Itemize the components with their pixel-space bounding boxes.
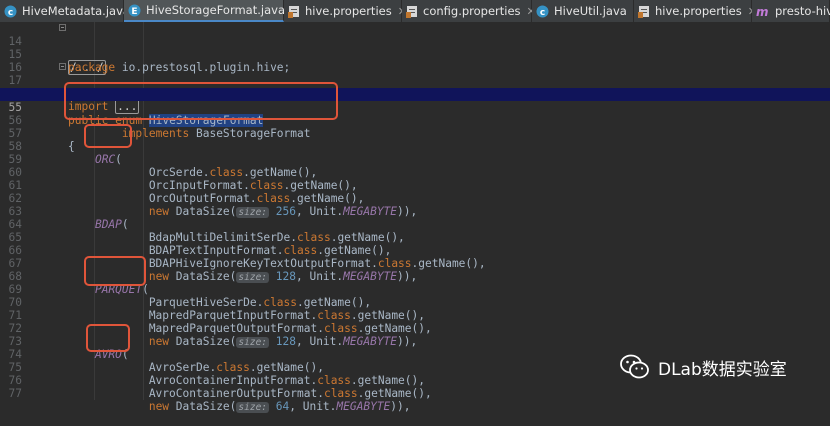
tab-hive-properties-2[interactable]: hive.properties ✕ bbox=[634, 0, 757, 22]
line-text: new DataSize(size: 64, Unit.MEGABYTE)), bbox=[148, 400, 411, 413]
tab-label: hive.properties bbox=[655, 4, 742, 18]
svg-text:m: m bbox=[756, 5, 769, 18]
wechat-icon bbox=[620, 354, 649, 379]
annotation-box-avro bbox=[86, 324, 130, 352]
svg-text:E: E bbox=[131, 7, 137, 17]
properties-file-icon bbox=[638, 4, 650, 18]
editor-tab-bar: c HiveMetadata.java ✕ E HiveStorageForma… bbox=[0, 0, 830, 23]
tab-config-properties[interactable]: config.properties ✕ bbox=[402, 0, 536, 22]
tab-label: presto-hiv bbox=[775, 4, 830, 18]
line-number: 77 bbox=[8, 387, 22, 400]
fold-toggle-icon[interactable] bbox=[59, 63, 66, 70]
properties-file-icon bbox=[406, 4, 418, 18]
code-line: 61 OrcOutputFormat.class.getName(), bbox=[0, 166, 830, 205]
tab-label: HiveStorageFormat.java bbox=[146, 3, 285, 17]
annotation-box-enum-declaration bbox=[64, 82, 338, 120]
fold-toggle-icon[interactable] bbox=[59, 24, 66, 31]
watermark-text: DLab数据实验室 bbox=[658, 359, 787, 380]
c-class-icon: c bbox=[4, 4, 17, 18]
tab-hivestorageformat-java[interactable]: E HiveStorageFormat.java ✕ bbox=[124, 0, 300, 22]
code-line: 16 bbox=[0, 48, 830, 74]
svg-text:c: c bbox=[540, 8, 545, 18]
line-text: AvroContainerOutputFormat.class.getName(… bbox=[68, 387, 432, 400]
tab-hiveutil-java[interactable]: c HiveUtil.java ✕ bbox=[532, 0, 642, 22]
code-line: 14 /.../ bbox=[0, 22, 830, 75]
code-line: 15 package io.prestosql.plugin.hive; bbox=[0, 35, 830, 74]
code-line: 63 BDAP( bbox=[0, 192, 830, 231]
tab-label: HiveUtil.java bbox=[554, 4, 627, 18]
code-line: 71 MapredParquetOutputFormat.class.getNa… bbox=[0, 296, 830, 335]
maven-module-icon: m bbox=[756, 4, 770, 18]
code-line: 62 new DataSize(size: 256, Unit.MEGABYTE… bbox=[0, 179, 830, 218]
annotation-box-orc bbox=[84, 124, 132, 148]
tab-label: config.properties bbox=[423, 4, 521, 18]
tab-label: hive.properties bbox=[305, 4, 392, 18]
svg-text:c: c bbox=[8, 8, 13, 18]
code-line: 72 new DataSize(size: 128, Unit.MEGABYTE… bbox=[0, 309, 830, 348]
annotation-box-parquet bbox=[84, 256, 146, 286]
tab-label: HiveMetadata.java bbox=[22, 4, 130, 18]
watermark: DLab数据实验室 bbox=[620, 352, 820, 382]
tab-presto-hive-module[interactable]: m presto-hiv bbox=[752, 0, 830, 22]
code-line: 17 import ... bbox=[0, 61, 830, 114]
tab-hive-properties[interactable]: hive.properties ✕ bbox=[284, 0, 407, 22]
properties-file-icon bbox=[288, 4, 300, 18]
code-line: 66 BDAPHiveIgnoreKeyTextOutputFormat.cla… bbox=[0, 231, 830, 270]
e-enum-icon: E bbox=[128, 3, 141, 17]
tab-hivemetadata-java[interactable]: c HiveMetadata.java ✕ bbox=[0, 0, 145, 22]
c-class-icon: c bbox=[536, 4, 549, 18]
code-line: 65 BDAPTextInputFormat.class.getName(), bbox=[0, 218, 830, 257]
code-line: 60 OrcInputFormat.class.getName(), bbox=[0, 153, 830, 192]
code-line: 64 BdapMultiDelimitSerDe.class.getName()… bbox=[0, 205, 830, 244]
